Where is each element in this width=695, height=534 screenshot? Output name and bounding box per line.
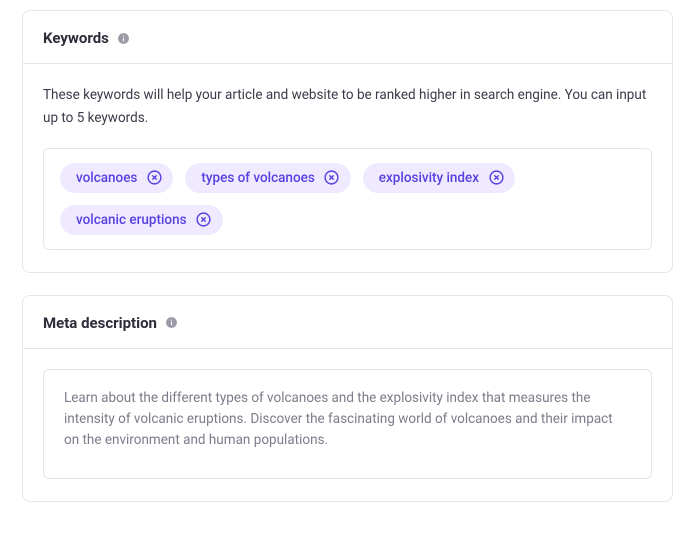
meta-description-text: Learn about the different types of volca… [64, 388, 631, 451]
keyword-tag: volcanoes [60, 163, 173, 193]
info-icon[interactable] [117, 32, 130, 45]
keywords-tag-container[interactable]: volcanoes types of volcanoes explosivity… [43, 148, 652, 250]
meta-title: Meta description [43, 314, 157, 332]
keywords-header: Keywords [23, 11, 672, 64]
keyword-tag: volcanic eruptions [60, 205, 223, 235]
keyword-tag-label: volcanic eruptions [76, 212, 187, 228]
meta-body: Learn about the different types of volca… [23, 349, 672, 501]
keywords-title: Keywords [43, 29, 109, 47]
remove-keyword-icon[interactable] [195, 211, 213, 229]
keywords-body: These keywords will help your article an… [23, 64, 672, 272]
keywords-card: Keywords These keywords will help your a… [22, 10, 673, 273]
keyword-tag: types of volcanoes [185, 163, 350, 193]
remove-keyword-icon[interactable] [145, 169, 163, 187]
keyword-tag-label: volcanoes [76, 170, 137, 186]
meta-description-card: Meta description Learn about the differe… [22, 295, 673, 502]
keywords-helper-text: These keywords will help your article an… [43, 84, 652, 130]
remove-keyword-icon[interactable] [323, 169, 341, 187]
remove-keyword-icon[interactable] [487, 169, 505, 187]
meta-description-textarea[interactable]: Learn about the different types of volca… [43, 369, 652, 479]
info-icon[interactable] [165, 316, 178, 329]
keyword-tag-label: types of volcanoes [201, 170, 314, 186]
meta-header: Meta description [23, 296, 672, 349]
keyword-tag-label: explosivity index [379, 170, 479, 186]
keyword-tag: explosivity index [363, 163, 515, 193]
